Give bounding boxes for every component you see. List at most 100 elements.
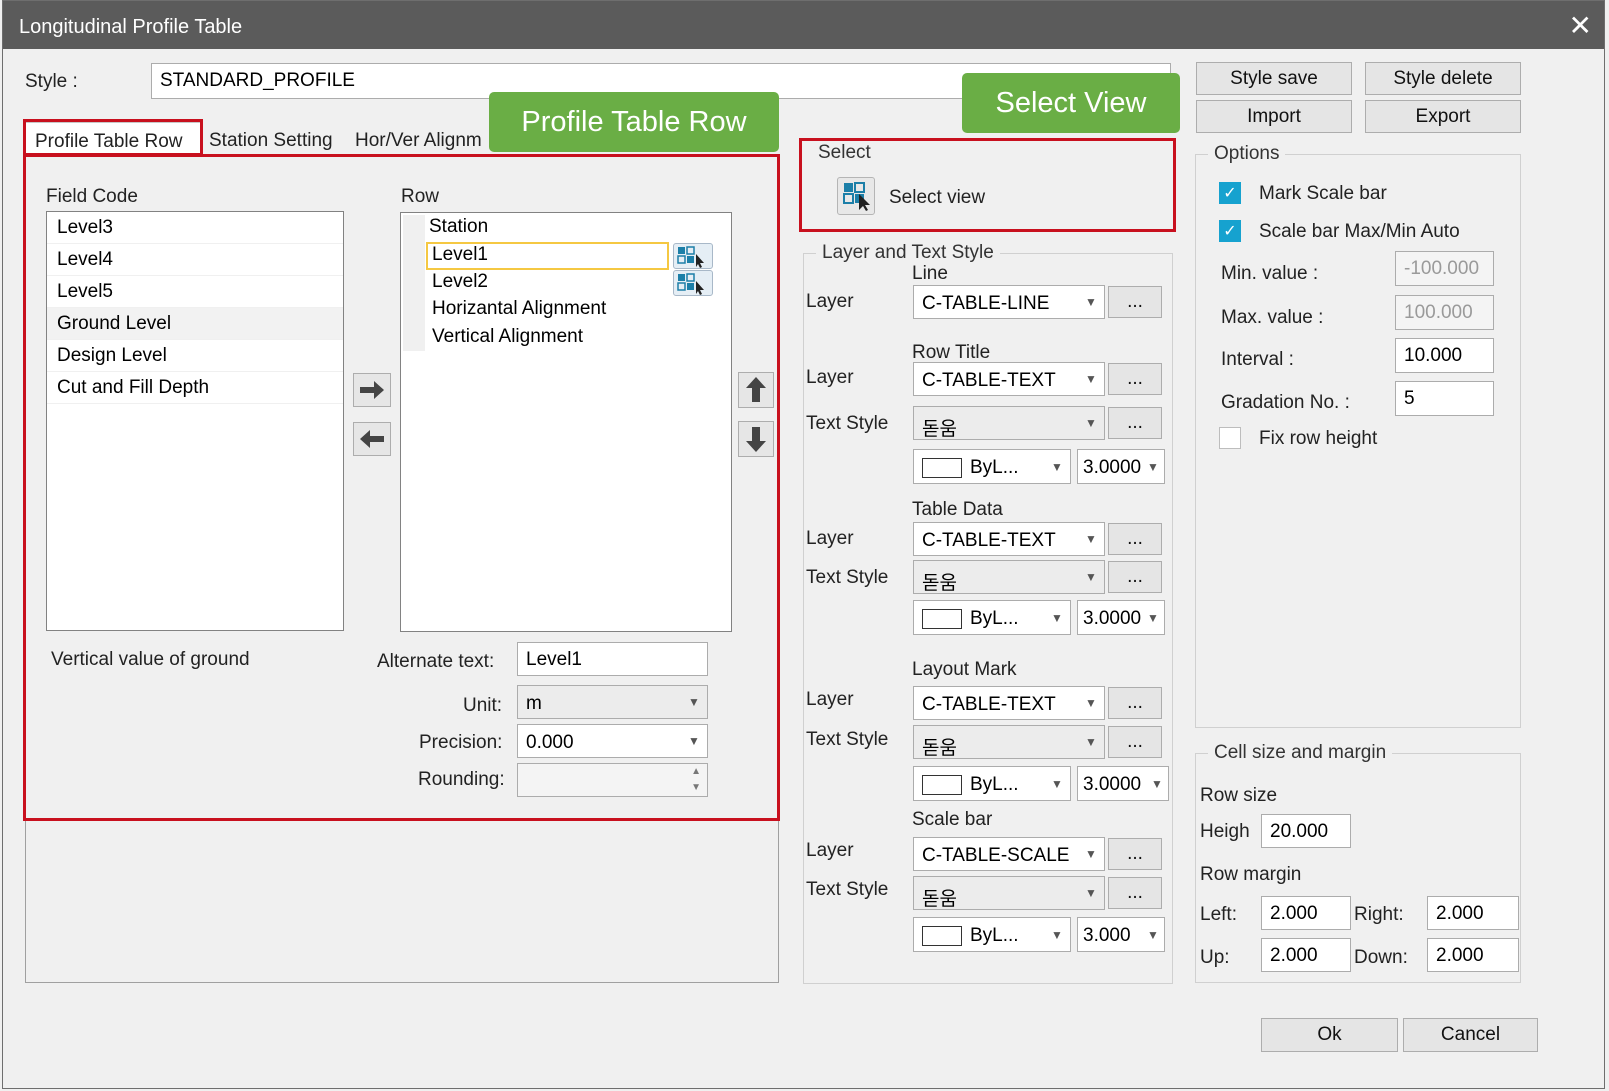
list-item[interactable]: Level5 bbox=[47, 276, 343, 308]
layout-mark-color-select[interactable]: ByL... ▼ bbox=[913, 766, 1071, 801]
profile-table-dialog: Longitudinal Profile Table ✕ Style : STA… bbox=[2, 0, 1605, 1089]
close-icon[interactable]: ✕ bbox=[1569, 9, 1592, 42]
table-data-font-value: 돋움 bbox=[922, 573, 957, 594]
layout-mark-font-select[interactable]: 돋움 ▼ bbox=[913, 725, 1105, 759]
export-button[interactable]: Export bbox=[1365, 100, 1521, 133]
field-code-label: Field Code bbox=[46, 186, 138, 207]
scale-bar-text-style-label: Text Style bbox=[806, 879, 889, 900]
height-label: Heigh bbox=[1200, 821, 1250, 842]
row-item[interactable]: Level1 bbox=[432, 244, 488, 266]
margin-down-input[interactable]: 2.000 bbox=[1427, 938, 1519, 972]
select-view-button[interactable] bbox=[837, 177, 875, 215]
row-item[interactable]: Station bbox=[429, 216, 488, 238]
chevron-down-icon: ▼ bbox=[1142, 601, 1164, 634]
cancel-button[interactable]: Cancel bbox=[1403, 1018, 1538, 1052]
chevron-down-icon: ▼ bbox=[1051, 610, 1063, 625]
table-data-layer-more-button[interactable]: ... bbox=[1108, 523, 1162, 555]
layout-mark-font-value: 돋움 bbox=[922, 738, 957, 759]
field-code-list[interactable]: Level3 Level4 Level5 Ground Level Design… bbox=[46, 211, 344, 631]
line-layer-select[interactable]: C-TABLE-LINE ▼ bbox=[913, 285, 1105, 319]
spin-up-icon[interactable]: ▲ bbox=[691, 766, 701, 777]
row-height-input[interactable]: 20.000 bbox=[1261, 814, 1351, 848]
chevron-down-icon: ▼ bbox=[688, 734, 700, 748]
margin-right-input[interactable]: 2.000 bbox=[1427, 896, 1519, 930]
scale-bar-auto-checkbox[interactable]: ✓ bbox=[1219, 220, 1241, 242]
mark-scale-bar-checkbox[interactable]: ✓ bbox=[1219, 182, 1241, 204]
precision-select[interactable]: 0.000 ▼ bbox=[517, 724, 708, 758]
move-up-button[interactable] bbox=[738, 372, 774, 408]
rounding-spinner[interactable]: ▲ ▼ bbox=[517, 763, 708, 797]
fix-row-height-checkbox[interactable] bbox=[1219, 427, 1241, 449]
row-list[interactable]: Station Level1 Level2 Horizantal Alignme… bbox=[400, 212, 732, 632]
scale-bar-color-select[interactable]: ByL... ▼ bbox=[913, 917, 1071, 952]
line-layer-label: Layer bbox=[806, 291, 854, 312]
color-swatch bbox=[922, 457, 962, 478]
list-item[interactable]: Design Level bbox=[47, 340, 343, 372]
table-data-height-select[interactable]: 3.0000 ▼ bbox=[1077, 600, 1165, 635]
rounding-label: Rounding: bbox=[418, 769, 505, 790]
line-layer-more-button[interactable]: ... bbox=[1108, 286, 1162, 318]
layout-mark-layer-more-button[interactable]: ... bbox=[1108, 687, 1162, 719]
style-save-button[interactable]: Style save bbox=[1196, 62, 1352, 95]
scale-bar-height-select[interactable]: 3.000 ▼ bbox=[1077, 917, 1165, 952]
remove-from-row-button[interactable] bbox=[353, 422, 391, 456]
tab-station-setting[interactable]: Station Setting bbox=[209, 130, 333, 152]
tab-hor-ver-alignment[interactable]: Hor/Ver Alignm bbox=[355, 130, 482, 152]
interval-input[interactable]: 10.000 bbox=[1395, 338, 1494, 373]
list-item[interactable]: Cut and Fill Depth bbox=[47, 372, 343, 404]
layout-mark-height-select[interactable]: 3.0000 ▼ bbox=[1077, 766, 1169, 801]
chevron-down-icon: ▼ bbox=[1085, 696, 1097, 710]
max-value-input[interactable]: 100.000 bbox=[1395, 295, 1494, 330]
cell-size-group-title: Cell size and margin bbox=[1208, 742, 1393, 764]
table-data-text-style-label: Text Style bbox=[806, 567, 889, 588]
layout-mark-layer-select[interactable]: C-TABLE-TEXT ▼ bbox=[913, 686, 1105, 720]
spin-down-icon[interactable]: ▼ bbox=[691, 782, 701, 793]
layout-mark-section-title: Layout Mark bbox=[912, 659, 1017, 680]
min-value-input[interactable]: -100.000 bbox=[1395, 251, 1494, 286]
unit-value: m bbox=[526, 693, 542, 714]
alternate-text-input[interactable]: Level1 bbox=[517, 642, 708, 676]
row-pick-button[interactable] bbox=[673, 270, 713, 296]
margin-left-input[interactable]: 2.000 bbox=[1261, 896, 1351, 930]
scale-bar-font-more-button[interactable]: ... bbox=[1108, 877, 1162, 909]
row-title-height-select[interactable]: 3.0000 ▼ bbox=[1077, 449, 1165, 484]
arrow-up-icon bbox=[746, 377, 766, 402]
color-swatch bbox=[922, 774, 962, 795]
title-bar: Longitudinal Profile Table ✕ bbox=[3, 1, 1604, 49]
margin-left-label: Left: bbox=[1200, 904, 1237, 925]
row-title-color-select[interactable]: ByL... ▼ bbox=[913, 449, 1071, 484]
row-item[interactable]: Vertical Alignment bbox=[432, 326, 583, 348]
import-button[interactable]: Import bbox=[1196, 100, 1352, 133]
row-title-layer-select[interactable]: C-TABLE-TEXT ▼ bbox=[913, 362, 1105, 396]
row-title-font-select[interactable]: 돋움 ▼ bbox=[913, 406, 1105, 440]
table-data-color-select[interactable]: ByL... ▼ bbox=[913, 600, 1071, 635]
margin-up-input[interactable]: 2.000 bbox=[1261, 938, 1351, 972]
layout-mark-font-more-button[interactable]: ... bbox=[1108, 726, 1162, 758]
row-item[interactable]: Level2 bbox=[432, 271, 488, 293]
style-delete-button[interactable]: Style delete bbox=[1365, 62, 1521, 95]
list-item[interactable]: Level4 bbox=[47, 244, 343, 276]
row-item[interactable]: Horizantal Alignment bbox=[432, 298, 606, 320]
row-title-layer-more-button[interactable]: ... bbox=[1108, 363, 1162, 395]
row-title-font-more-button[interactable]: ... bbox=[1108, 407, 1162, 439]
table-data-font-select[interactable]: 돋움 ▼ bbox=[913, 560, 1105, 594]
scale-bar-font-select[interactable]: 돋움 ▼ bbox=[913, 876, 1105, 910]
scale-bar-layer-value: C-TABLE-SCALE bbox=[922, 845, 1070, 866]
unit-select[interactable]: m ▼ bbox=[517, 685, 708, 719]
scale-bar-layer-select[interactable]: C-TABLE-SCALE ▼ bbox=[913, 837, 1105, 871]
precision-value: 0.000 bbox=[526, 732, 574, 753]
list-item[interactable]: Ground Level bbox=[47, 308, 343, 340]
row-pick-button[interactable] bbox=[673, 243, 713, 269]
table-data-font-more-button[interactable]: ... bbox=[1108, 561, 1162, 593]
scale-bar-layer-more-button[interactable]: ... bbox=[1108, 838, 1162, 870]
add-to-row-button[interactable] bbox=[353, 373, 391, 407]
table-data-layer-select[interactable]: C-TABLE-TEXT ▼ bbox=[913, 522, 1105, 556]
layout-mark-color-value: ByL... bbox=[970, 774, 1019, 795]
gradation-input[interactable]: 5 bbox=[1395, 381, 1494, 416]
chevron-down-icon: ▼ bbox=[688, 695, 700, 709]
list-item[interactable]: Level3 bbox=[47, 212, 343, 244]
alternate-text-label: Alternate text: bbox=[377, 651, 495, 672]
ok-button[interactable]: Ok bbox=[1261, 1018, 1398, 1052]
layout-mark-height-value: 3.0000 bbox=[1083, 774, 1142, 795]
move-down-button[interactable] bbox=[738, 421, 774, 457]
